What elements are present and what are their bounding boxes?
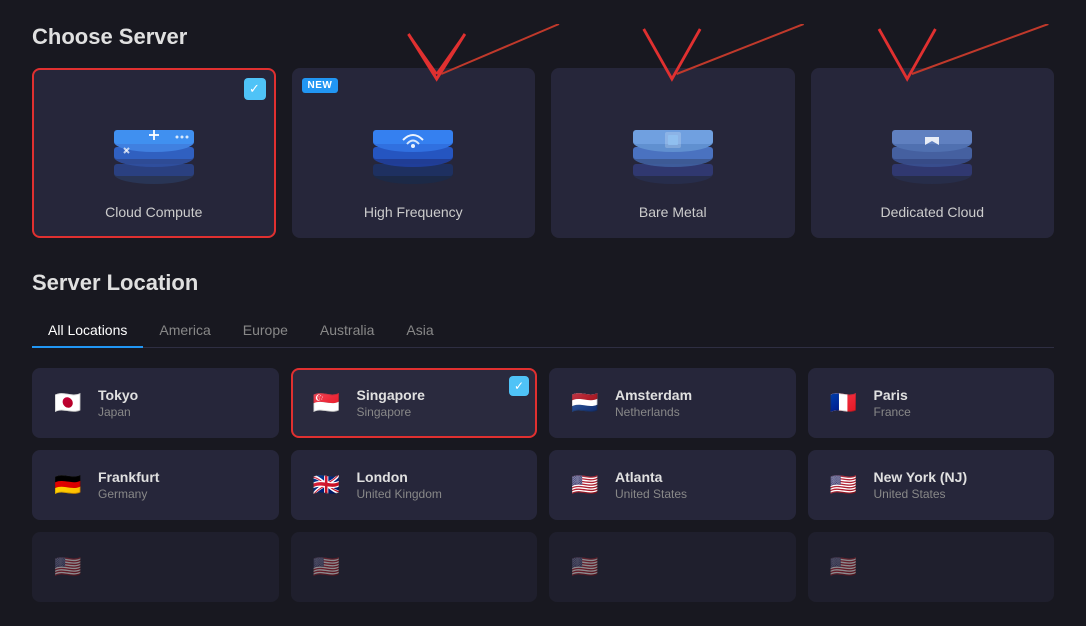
location-name-amsterdam: Amsterdam — [615, 387, 692, 403]
location-name-atlanta: Atlanta — [615, 469, 687, 485]
tab-america[interactable]: America — [143, 314, 226, 348]
high-frequency-icon — [358, 102, 468, 192]
tab-asia[interactable]: Asia — [390, 314, 449, 348]
new-badge-high-frequency: NEW — [302, 78, 339, 93]
location-card-new-york[interactable]: 🇺🇸 New York (NJ) United States — [808, 450, 1055, 520]
location-name-tokyo: Tokyo — [98, 387, 138, 403]
tab-europe[interactable]: Europe — [227, 314, 304, 348]
location-name-paris: Paris — [874, 387, 911, 403]
server-location-title: Server Location — [32, 270, 1054, 296]
location-country-amsterdam: Netherlands — [615, 405, 692, 419]
flag-frankfurt: 🇩🇪 — [50, 467, 86, 503]
flag-paris: 🇫🇷 — [826, 385, 862, 421]
flag-ph1: 🇺🇸 — [50, 549, 86, 585]
location-tabs: All Locations America Europe Australia A… — [32, 314, 1054, 348]
server-card-bare-metal[interactable]: Bare Metal — [551, 68, 795, 238]
location-name-london: London — [357, 469, 442, 485]
location-country-new-york: United States — [874, 487, 968, 501]
location-card-amsterdam[interactable]: 🇳🇱 Amsterdam Netherlands — [549, 368, 796, 438]
location-info-tokyo: Tokyo Japan — [98, 387, 138, 419]
flag-new-york: 🇺🇸 — [826, 467, 862, 503]
tab-all-locations[interactable]: All Locations — [32, 314, 143, 348]
flag-ph3: 🇺🇸 — [567, 549, 603, 585]
location-info-paris: Paris France — [874, 387, 911, 419]
flag-ph2: 🇺🇸 — [309, 549, 345, 585]
location-card-ph4[interactable]: 🇺🇸 — [808, 532, 1055, 602]
location-name-frankfurt: Frankfurt — [98, 469, 159, 485]
location-card-frankfurt[interactable]: 🇩🇪 Frankfurt Germany — [32, 450, 279, 520]
location-card-atlanta[interactable]: 🇺🇸 Atlanta United States — [549, 450, 796, 520]
location-card-ph2[interactable]: 🇺🇸 — [291, 532, 538, 602]
location-card-singapore[interactable]: ✓ 🇸🇬 Singapore Singapore — [291, 368, 538, 438]
location-info-amsterdam: Amsterdam Netherlands — [615, 387, 692, 419]
location-info-singapore: Singapore Singapore — [357, 387, 425, 419]
bare-metal-label: Bare Metal — [639, 204, 707, 220]
server-types-grid: ✓ — [32, 68, 1054, 238]
flag-atlanta: 🇺🇸 — [567, 467, 603, 503]
location-country-london: United Kingdom — [357, 487, 442, 501]
location-country-tokyo: Japan — [98, 405, 138, 419]
location-card-london[interactable]: 🇬🇧 London United Kingdom — [291, 450, 538, 520]
selected-check-singapore: ✓ — [509, 376, 529, 396]
high-frequency-label: High Frequency — [364, 204, 463, 220]
dedicated-cloud-label: Dedicated Cloud — [880, 204, 984, 220]
flag-amsterdam: 🇳🇱 — [567, 385, 603, 421]
location-grid-row3: 🇺🇸 🇺🇸 🇺🇸 🇺🇸 — [32, 532, 1054, 602]
location-info-new-york: New York (NJ) United States — [874, 469, 968, 501]
server-card-high-frequency[interactable]: NEW High Frequency — [292, 68, 536, 238]
choose-server-title: Choose Server — [32, 24, 1054, 50]
tab-australia[interactable]: Australia — [304, 314, 390, 348]
cloud-compute-icon — [99, 102, 209, 192]
location-grid-row2: 🇩🇪 Frankfurt Germany 🇬🇧 London United Ki… — [32, 450, 1054, 520]
flag-london: 🇬🇧 — [309, 467, 345, 503]
selected-check-cloud: ✓ — [244, 78, 266, 100]
dedicated-cloud-icon — [877, 102, 987, 192]
location-grid-row1: 🇯🇵 Tokyo Japan ✓ 🇸🇬 Singapore Singapore … — [32, 368, 1054, 438]
server-card-dedicated-cloud[interactable]: Dedicated Cloud — [811, 68, 1055, 238]
flag-ph4: 🇺🇸 — [826, 549, 862, 585]
cloud-compute-label: Cloud Compute — [105, 204, 202, 220]
location-name-singapore: Singapore — [357, 387, 425, 403]
bare-metal-icon — [618, 102, 728, 192]
location-card-paris[interactable]: 🇫🇷 Paris France — [808, 368, 1055, 438]
location-card-tokyo[interactable]: 🇯🇵 Tokyo Japan — [32, 368, 279, 438]
location-info-frankfurt: Frankfurt Germany — [98, 469, 159, 501]
location-country-atlanta: United States — [615, 487, 687, 501]
location-country-paris: France — [874, 405, 911, 419]
location-card-ph3[interactable]: 🇺🇸 — [549, 532, 796, 602]
location-info-atlanta: Atlanta United States — [615, 469, 687, 501]
location-name-new-york: New York (NJ) — [874, 469, 968, 485]
location-info-london: London United Kingdom — [357, 469, 442, 501]
flag-singapore: 🇸🇬 — [309, 385, 345, 421]
location-country-frankfurt: Germany — [98, 487, 159, 501]
flag-tokyo: 🇯🇵 — [50, 385, 86, 421]
server-card-cloud-compute[interactable]: ✓ — [32, 68, 276, 238]
location-country-singapore: Singapore — [357, 405, 425, 419]
location-card-ph1[interactable]: 🇺🇸 — [32, 532, 279, 602]
